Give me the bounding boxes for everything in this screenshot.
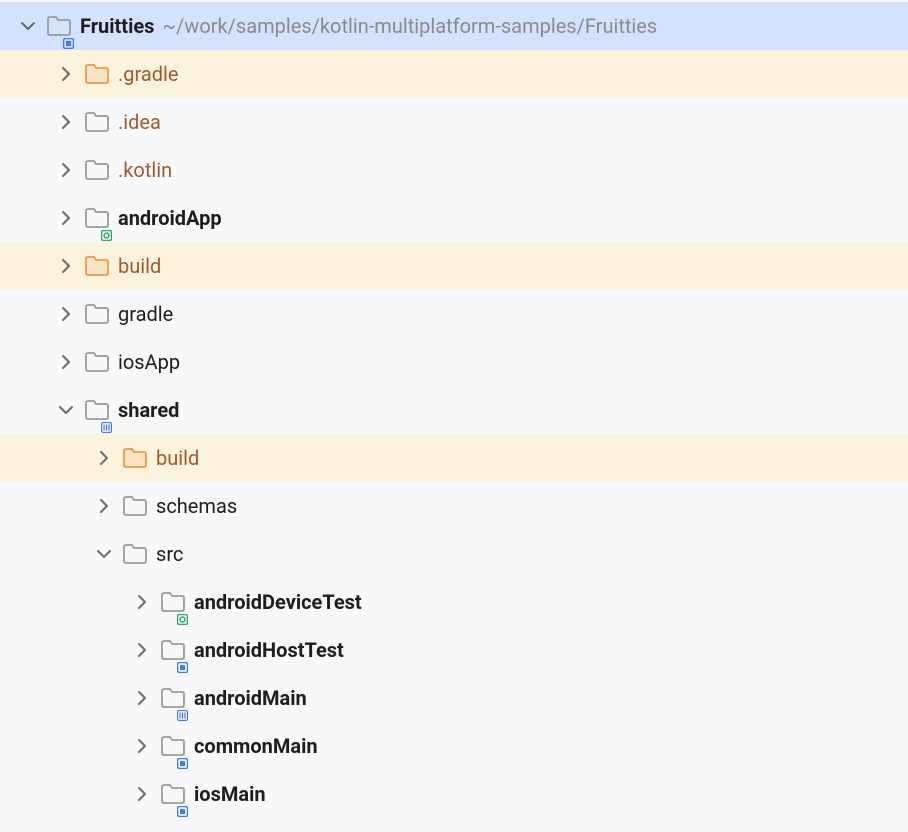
tree-item-path: ~/work/samples/kotlin-multiplatform-samp… [162,14,657,38]
chevron-right-icon[interactable] [56,64,76,84]
tree-item-label: .idea [118,110,161,134]
chevron-right-icon[interactable] [94,496,114,516]
tree-row-androidapp[interactable]: androidApp [0,194,908,242]
chevron-right-icon[interactable] [132,784,152,804]
tree-item-label: schemas [156,494,237,518]
tree-row-gradle[interactable]: gradle [0,290,908,338]
tree-row-iosapp[interactable]: iosApp [0,338,908,386]
tree-row--gradle[interactable]: .gradle [0,50,908,98]
tree-row-build[interactable]: build [0,242,908,290]
tree-row-androiddevicetest[interactable]: androidDeviceTest [0,578,908,626]
folder-gray-icon [84,109,110,135]
folder-orange-icon [122,445,148,471]
tree-row--idea[interactable]: .idea [0,98,908,146]
folder-module-blue-icon [160,733,186,759]
chevron-right-icon[interactable] [94,448,114,468]
chevron-down-icon[interactable] [56,400,76,420]
chevron-right-icon[interactable] [132,736,152,756]
tree-row-commonmain[interactable]: commonMain [0,722,908,770]
folder-orange-icon [84,61,110,87]
chevron-right-icon[interactable] [132,640,152,660]
tree-row-src[interactable]: src [0,530,908,578]
tree-row-shared[interactable]: shared [0,386,908,434]
folder-module-blue-icon [160,637,186,663]
tree-row-build[interactable]: build [0,434,908,482]
folder-gray-icon [84,301,110,327]
tree-item-label: Fruitties [80,14,154,38]
project-tree: Fruitties ~/work/samples/kotlin-multiplat… [0,0,908,818]
tree-row-androidmain[interactable]: androidMain [0,674,908,722]
tree-row-androidhosttest[interactable]: androidHostTest [0,626,908,674]
chevron-down-icon[interactable] [18,16,38,36]
tree-item-label: androidMain [194,686,307,710]
folder-orange-icon [84,253,110,279]
tree-item-label: src [156,542,183,566]
tree-item-label: androidApp [118,206,222,230]
folder-module-blue-icon [46,13,72,39]
tree-item-label: build [118,254,161,278]
tree-item-label: androidDeviceTest [194,590,362,614]
tree-item-label: .gradle [118,62,179,86]
chevron-right-icon[interactable] [132,688,152,708]
folder-gray-icon [122,493,148,519]
tree-row--kotlin[interactable]: .kotlin [0,146,908,194]
folder-gray-icon [84,349,110,375]
folder-gray-icon [84,157,110,183]
tree-item-label: gradle [118,302,173,326]
tree-item-label: iosMain [194,782,266,806]
chevron-right-icon[interactable] [56,304,76,324]
chevron-right-icon[interactable] [56,352,76,372]
chevron-right-icon[interactable] [56,208,76,228]
chevron-right-icon[interactable] [56,160,76,180]
tree-item-label: .kotlin [118,158,172,182]
folder-module-barcode-icon [84,397,110,423]
tree-row-iosmain[interactable]: iosMain [0,770,908,818]
folder-module-barcode-icon [160,685,186,711]
tree-item-label: iosApp [118,350,180,374]
tree-item-label: build [156,446,199,470]
chevron-right-icon[interactable] [56,112,76,132]
tree-row-schemas[interactable]: schemas [0,482,908,530]
chevron-down-icon[interactable] [94,544,114,564]
tree-item-label: androidHostTest [194,638,344,662]
tree-item-label: commonMain [194,734,318,758]
folder-module-green-icon [160,589,186,615]
chevron-right-icon[interactable] [132,592,152,612]
tree-row-fruitties[interactable]: Fruitties ~/work/samples/kotlin-multiplat… [0,2,908,50]
folder-gray-icon [122,541,148,567]
tree-item-label: shared [118,398,179,422]
folder-module-green-icon [84,205,110,231]
folder-module-blue-icon [160,781,186,807]
chevron-right-icon[interactable] [56,256,76,276]
